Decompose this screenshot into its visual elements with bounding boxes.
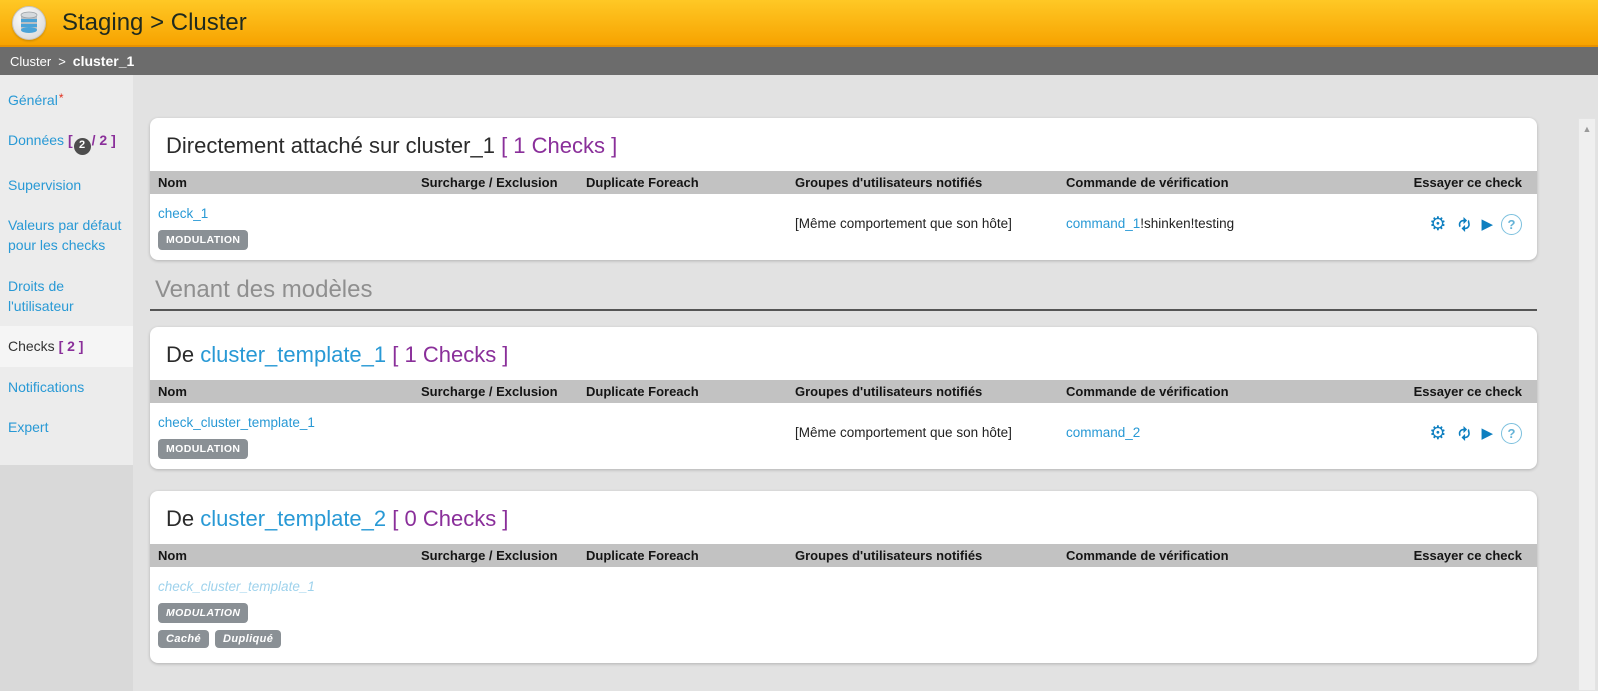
table-row-hidden: check_cluster_template_1 MODULATION Cach… xyxy=(150,567,1537,663)
row-actions: ⚙ ▶ ? xyxy=(1406,214,1522,235)
help-icon[interactable]: ? xyxy=(1501,214,1522,235)
sidebar-item-label: Notifications xyxy=(8,379,84,395)
card-title-count: [ 0 Checks ] xyxy=(392,506,508,531)
row-actions: ⚙ ▶ ? xyxy=(1406,423,1522,444)
table-header: Nom Surcharge / Exclusion Duplicate Fore… xyxy=(150,544,1537,567)
sidebar-item-supervision[interactable]: Supervision xyxy=(0,165,133,205)
sidebar-item-label: Expert xyxy=(8,419,48,435)
notified-groups-value: [Même comportement que son hôte] xyxy=(795,216,1012,231)
models-section-heading: Venant des modèles xyxy=(150,276,1537,311)
sidebar-item-checks[interactable]: Checks [ 2 ] xyxy=(0,326,133,366)
command-link[interactable]: command_1 xyxy=(1066,216,1140,231)
run-check-play-icon[interactable]: ▶ xyxy=(1481,217,1493,232)
modulation-badge: MODULATION xyxy=(158,603,248,623)
check-link[interactable]: check_cluster_template_1 xyxy=(158,415,315,430)
table-row: check_cluster_template_1 MODULATION [Mêm… xyxy=(150,403,1537,469)
sidebar-item-label: Supervision xyxy=(8,177,81,193)
sidebar-item-label: Droits de l'utilisateur xyxy=(8,278,74,314)
count-rest: / 2 ] xyxy=(92,132,116,148)
column-header-groupes: Groupes d'utilisateurs notifiés xyxy=(795,384,1066,399)
refresh-gear-icon[interactable] xyxy=(1454,424,1473,443)
card-title-count: [ 1 Checks ] xyxy=(392,342,508,367)
sidebar-item-label: Checks xyxy=(8,338,55,354)
modulation-badge: MODULATION xyxy=(158,230,248,250)
card-title-text: Directement attaché sur cluster_1 xyxy=(166,133,495,158)
column-header-surcharge: Surcharge / Exclusion xyxy=(421,175,586,190)
template-link[interactable]: cluster_template_1 xyxy=(200,342,386,367)
page-title: Staging > Cluster xyxy=(62,9,247,37)
card-template1-checks: De cluster_template_1 [ 1 Checks ] Nom S… xyxy=(150,327,1537,469)
column-header-nom: Nom xyxy=(150,384,421,399)
database-icon-glyph xyxy=(19,11,39,35)
column-header-essayer: Essayer ce check xyxy=(1406,548,1537,563)
modulation-badge: MODULATION xyxy=(158,439,248,459)
column-header-essayer: Essayer ce check xyxy=(1406,175,1537,190)
command-args: !shinken!testing xyxy=(1140,216,1234,231)
sidebar-filler xyxy=(0,465,133,691)
configure-gear-icon[interactable]: ⚙ xyxy=(1429,215,1446,234)
checks-count: [ 2 ] xyxy=(59,338,84,354)
table-header: Nom Surcharge / Exclusion Duplicate Fore… xyxy=(150,171,1537,194)
column-header-essayer: Essayer ce check xyxy=(1406,384,1537,399)
title-prefix: De xyxy=(166,342,194,367)
app-header: Staging > Cluster xyxy=(0,0,1598,47)
required-asterisk: * xyxy=(59,91,64,105)
configure-gear-icon[interactable]: ⚙ xyxy=(1429,424,1446,443)
column-header-surcharge: Surcharge / Exclusion xyxy=(421,384,586,399)
title-prefix: De xyxy=(166,506,194,531)
count-circle-badge: 2 xyxy=(74,138,91,155)
column-header-nom: Nom xyxy=(150,548,421,563)
table-row: check_1 MODULATION [Même comportement qu… xyxy=(150,194,1537,260)
column-header-duplicate: Duplicate Foreach xyxy=(586,384,795,399)
sidebar-item-expert[interactable]: Expert xyxy=(0,407,133,447)
card-title-count: [ 1 Checks ] xyxy=(501,133,617,158)
duplique-badge: Dupliqué xyxy=(215,630,281,648)
scroll-up-arrow-icon[interactable]: ▲ xyxy=(1583,119,1592,690)
check-link[interactable]: check_cluster_template_1 xyxy=(158,579,315,594)
column-header-groupes: Groupes d'utilisateurs notifiés xyxy=(795,175,1066,190)
column-header-duplicate: Duplicate Foreach xyxy=(586,175,795,190)
sidebar-item-label: Valeurs par défaut pour les checks xyxy=(8,217,121,253)
column-header-nom: Nom xyxy=(150,175,421,190)
sidebar-item-valeurs-defaut[interactable]: Valeurs par défaut pour les checks xyxy=(0,205,133,266)
check-link[interactable]: check_1 xyxy=(158,206,208,221)
card-direct-title: Directement attaché sur cluster_1 [ 1 Ch… xyxy=(150,118,1537,171)
card-template2-title: De cluster_template_2 [ 0 Checks ] xyxy=(150,491,1537,544)
sidebar-item-droits-utilisateur[interactable]: Droits de l'utilisateur xyxy=(0,266,133,327)
column-header-duplicate: Duplicate Foreach xyxy=(586,548,795,563)
sidebar-item-notifications[interactable]: Notifications xyxy=(0,367,133,407)
column-header-groupes: Groupes d'utilisateurs notifiés xyxy=(795,548,1066,563)
breadcrumb: Cluster > cluster_1 xyxy=(0,47,1598,75)
vertical-scrollbar[interactable]: ▲ xyxy=(1578,118,1596,691)
refresh-gear-icon[interactable] xyxy=(1454,215,1473,234)
sidebar-item-label: Général xyxy=(8,92,58,108)
help-icon[interactable]: ? xyxy=(1501,423,1522,444)
sidebar: Général* Données [2/ 2 ] Supervision Val… xyxy=(0,75,133,691)
card-direct-checks: Directement attaché sur cluster_1 [ 1 Ch… xyxy=(150,118,1537,260)
card-template1-title: De cluster_template_1 [ 1 Checks ] xyxy=(150,327,1537,380)
column-header-commande: Commande de vérification xyxy=(1066,384,1406,399)
database-icon xyxy=(12,6,46,40)
column-header-surcharge: Surcharge / Exclusion xyxy=(421,548,586,563)
sidebar-item-general[interactable]: Général* xyxy=(0,80,133,120)
table-header: Nom Surcharge / Exclusion Duplicate Fore… xyxy=(150,380,1537,403)
command-link[interactable]: command_2 xyxy=(1066,425,1140,440)
card-template2-checks: De cluster_template_2 [ 0 Checks ] Nom S… xyxy=(150,491,1537,663)
column-header-commande: Commande de vérification xyxy=(1066,175,1406,190)
breadcrumb-current: cluster_1 xyxy=(73,53,134,69)
notified-groups-value: [Même comportement que son hôte] xyxy=(795,425,1012,440)
run-check-play-icon[interactable]: ▶ xyxy=(1481,426,1493,441)
sidebar-nav: Général* Données [2/ 2 ] Supervision Val… xyxy=(0,75,133,465)
bracket-open: [ xyxy=(68,132,73,148)
column-header-commande: Commande de vérification xyxy=(1066,548,1406,563)
sidebar-item-label: Données xyxy=(8,132,64,148)
breadcrumb-separator: > xyxy=(58,54,66,69)
cache-badge: Caché xyxy=(158,630,209,648)
main-content: Directement attaché sur cluster_1 [ 1 Ch… xyxy=(133,75,1598,691)
breadcrumb-root[interactable]: Cluster xyxy=(10,54,51,69)
sidebar-item-donnees[interactable]: Données [2/ 2 ] xyxy=(0,120,133,164)
template-link[interactable]: cluster_template_2 xyxy=(200,506,386,531)
